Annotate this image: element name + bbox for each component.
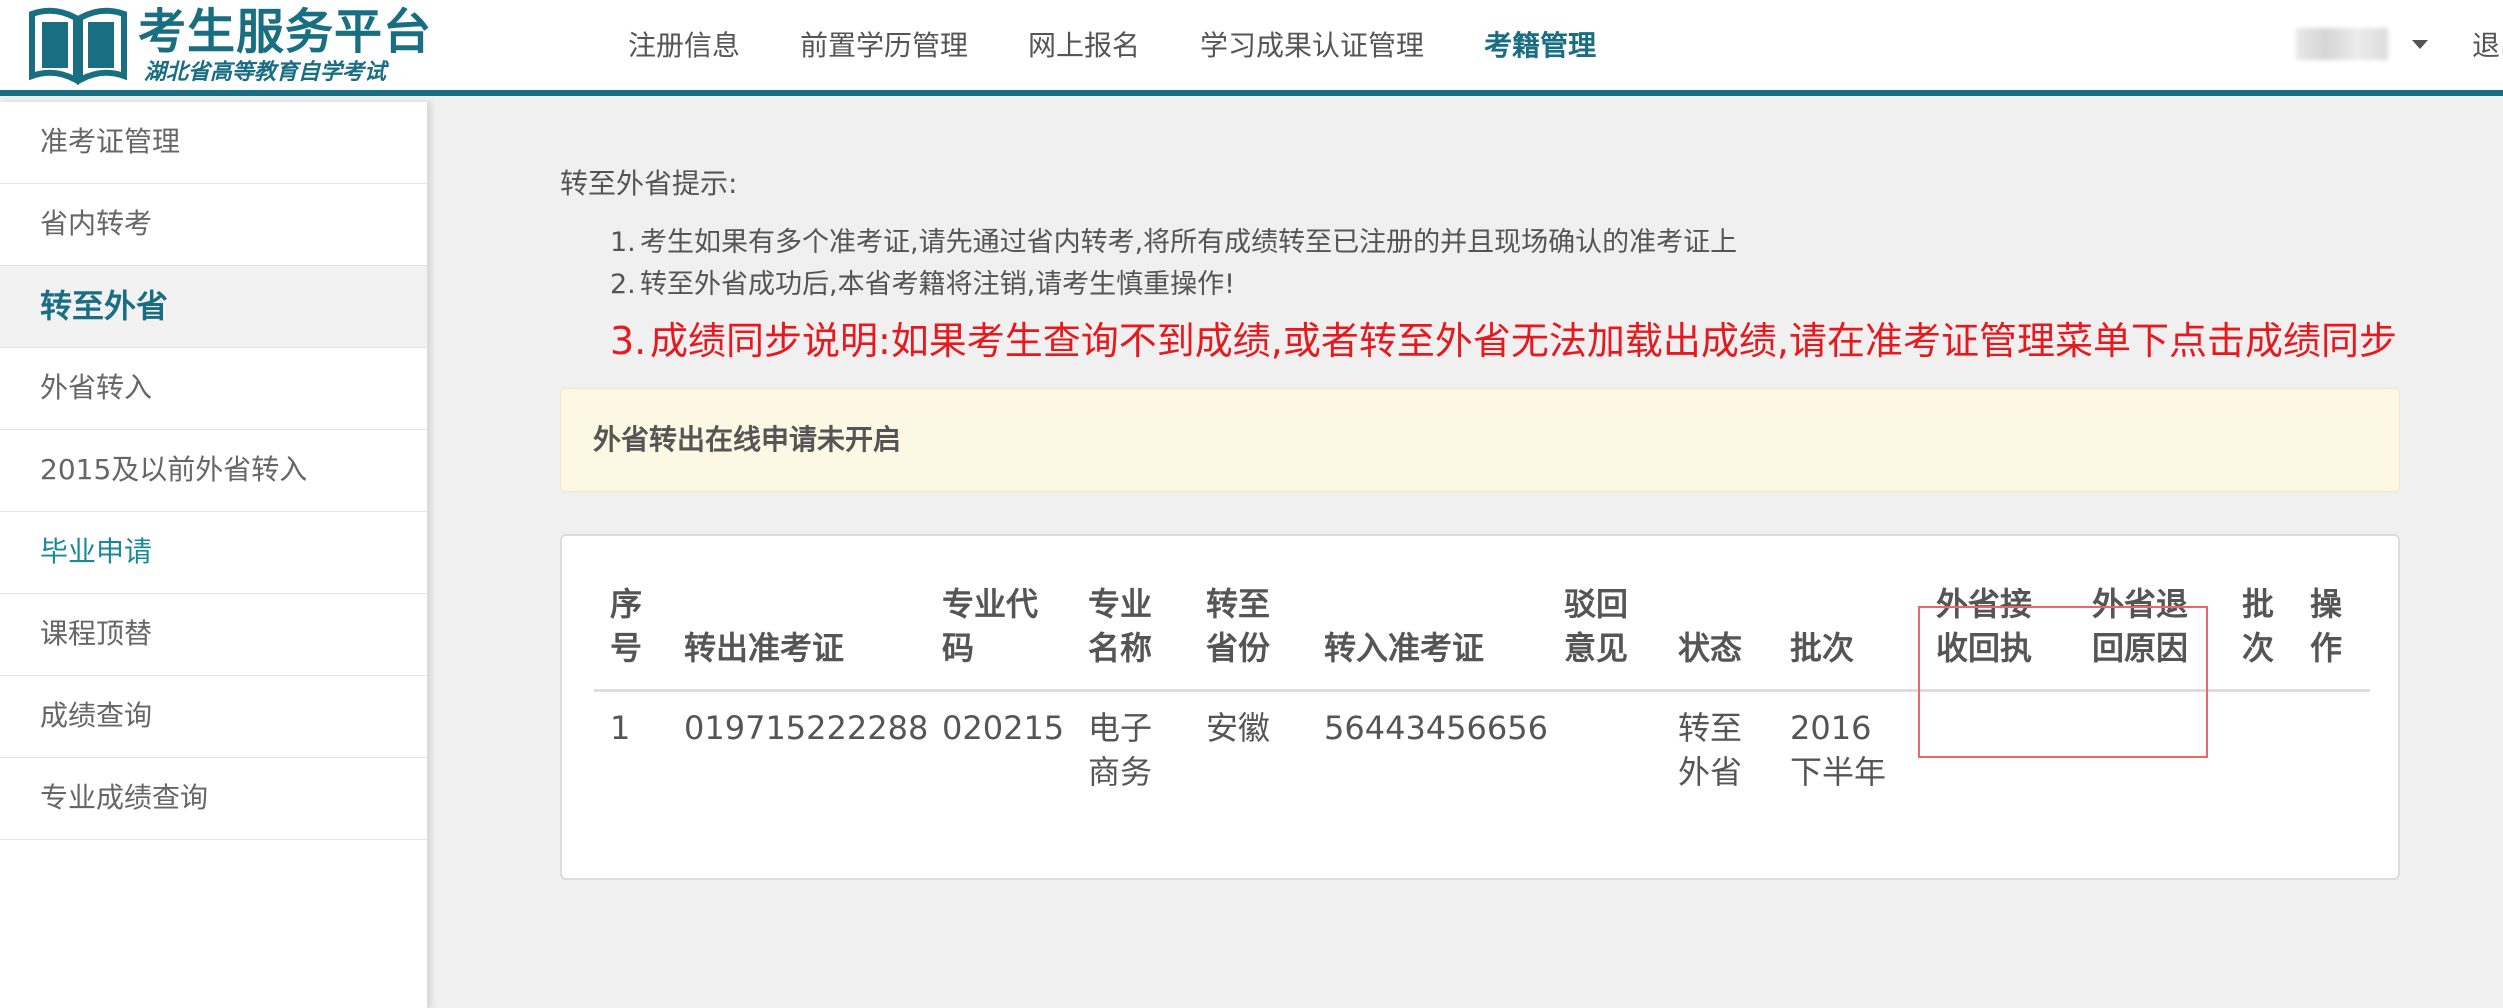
col-batch-2: 批次: [2242, 585, 2275, 667]
sidebar-item-graduation-application[interactable]: 毕业申请: [0, 512, 427, 594]
tip-item-score-sync: 3. 成绩同步说明:如果考生查询不到成绩,或者转至外省无法加载出成绩,请在准考证…: [610, 314, 2400, 368]
tip-text: 考生如果有多个准考证,请先通过省内转考,将所有成绩转至已注册的并且现场确认的准考…: [640, 227, 1738, 258]
sidebar-item-in-province-transfer[interactable]: 省内转考: [0, 184, 427, 266]
tip-text: 转至外省成功后,本省考籍将注销,请考生慎重操作!: [640, 269, 1235, 300]
nav-exam-record-management[interactable]: 考籍管理: [1484, 22, 1596, 70]
logo-subtitle: 湖北省高等教育自学考试: [144, 60, 387, 85]
col-reject-reason: 驳回 意见: [1564, 585, 1629, 667]
tip-list: 1. 考生如果有多个准考证,请先通过省内转考,将所有成绩转至已注册的并且现场确认…: [560, 222, 2400, 368]
tip-number: 1.: [610, 227, 636, 258]
top-header: 考生服务平台 湖北省高等教育自学考试 注册信息 前置学历管理 网上报名 学习成果…: [0, 0, 2503, 96]
col-seq: 序号: [610, 585, 643, 667]
tip-text-score-sync: 成绩同步说明:如果考生查询不到成绩,或者转至外省无法加载出成绩,请在准考证管理菜…: [650, 319, 2397, 363]
chevron-down-icon: [2412, 39, 2428, 49]
logo-title: 考生服务平台: [138, 4, 433, 60]
tip-item: 1. 考生如果有多个准考证,请先通过省内转考,将所有成绩转至已注册的并且现场确认…: [610, 222, 2400, 264]
col-out-ticket: 转出准考证: [684, 629, 845, 667]
tip-number: 2.: [610, 269, 636, 300]
user-menu[interactable]: [2296, 28, 2428, 60]
col-to-province: 转至 省份: [1206, 585, 1271, 667]
main-content: 转至外省提示: 1. 考生如果有多个准考证,请先通过省内转考,将所有成绩转至已注…: [560, 160, 2400, 880]
nav-online-registration[interactable]: 网上报名: [1028, 22, 1140, 70]
cell-seq: 1: [610, 709, 631, 747]
tip-number: 3.: [610, 319, 647, 363]
col-batch: 批次: [1790, 629, 1855, 667]
cell-batch: 2016 下半年: [1790, 709, 1887, 791]
user-name-blurred: [2296, 28, 2388, 60]
main-nav: 注册信息 前置学历管理 网上报名 学习成果认证管理 考籍管理: [628, 22, 1656, 70]
cell-to-province: 安徽: [1206, 709, 1271, 747]
nav-learning-certification[interactable]: 学习成果认证管理: [1200, 22, 1424, 70]
sidebar-item-course-substitution[interactable]: 课程顶替: [0, 594, 427, 676]
cell-major-name: 电子 商务: [1088, 709, 1153, 791]
cell-status: 转至 外省: [1678, 709, 1743, 791]
col-in-ticket: 转入准考证: [1324, 629, 1485, 667]
col-major-code: 专业代码: [942, 585, 1039, 667]
tip-title: 转至外省提示:: [560, 167, 738, 200]
sidebar-item-transfer-in-province[interactable]: 外省转入: [0, 348, 427, 430]
cell-out-ticket: 019715222288: [684, 709, 929, 747]
cell-major-code: 020215: [942, 709, 1065, 747]
nav-register-info[interactable]: 注册信息: [628, 22, 740, 70]
cell-in-ticket: 56443456656: [1324, 709, 1548, 747]
logout-link[interactable]: 退出: [2472, 22, 2503, 70]
sidebar-item-score-query[interactable]: 成绩查询: [0, 676, 427, 758]
site-logo[interactable]: 考生服务平台 湖北省高等教育自学考试: [28, 4, 432, 88]
sidebar-item-pre-2015-transfer-in[interactable]: 2015及以前外省转入: [0, 430, 427, 512]
status-notice: 外省转出在线申请未开启: [560, 388, 2400, 492]
sidebar: 准考证管理 省内转考 转至外省 外省转入 2015及以前外省转入 毕业申请 课程…: [0, 102, 428, 1008]
col-operation: 操作: [2310, 585, 2343, 667]
nav-prior-education[interactable]: 前置学历管理: [800, 22, 968, 70]
col-major-name: 专业 名称: [1088, 585, 1153, 667]
col-status: 状态: [1678, 629, 1743, 667]
book-logo-icon: [29, 7, 127, 86]
sidebar-item-major-score-query[interactable]: 专业成绩查询: [0, 758, 427, 840]
sidebar-item-admission-ticket[interactable]: 准考证管理: [0, 102, 427, 184]
annotation-highlight-box: [1918, 606, 2208, 758]
tip-item: 2. 转至外省成功后,本省考籍将注销,请考生慎重操作!: [610, 264, 2400, 306]
sidebar-item-transfer-out-province[interactable]: 转至外省: [0, 266, 427, 348]
